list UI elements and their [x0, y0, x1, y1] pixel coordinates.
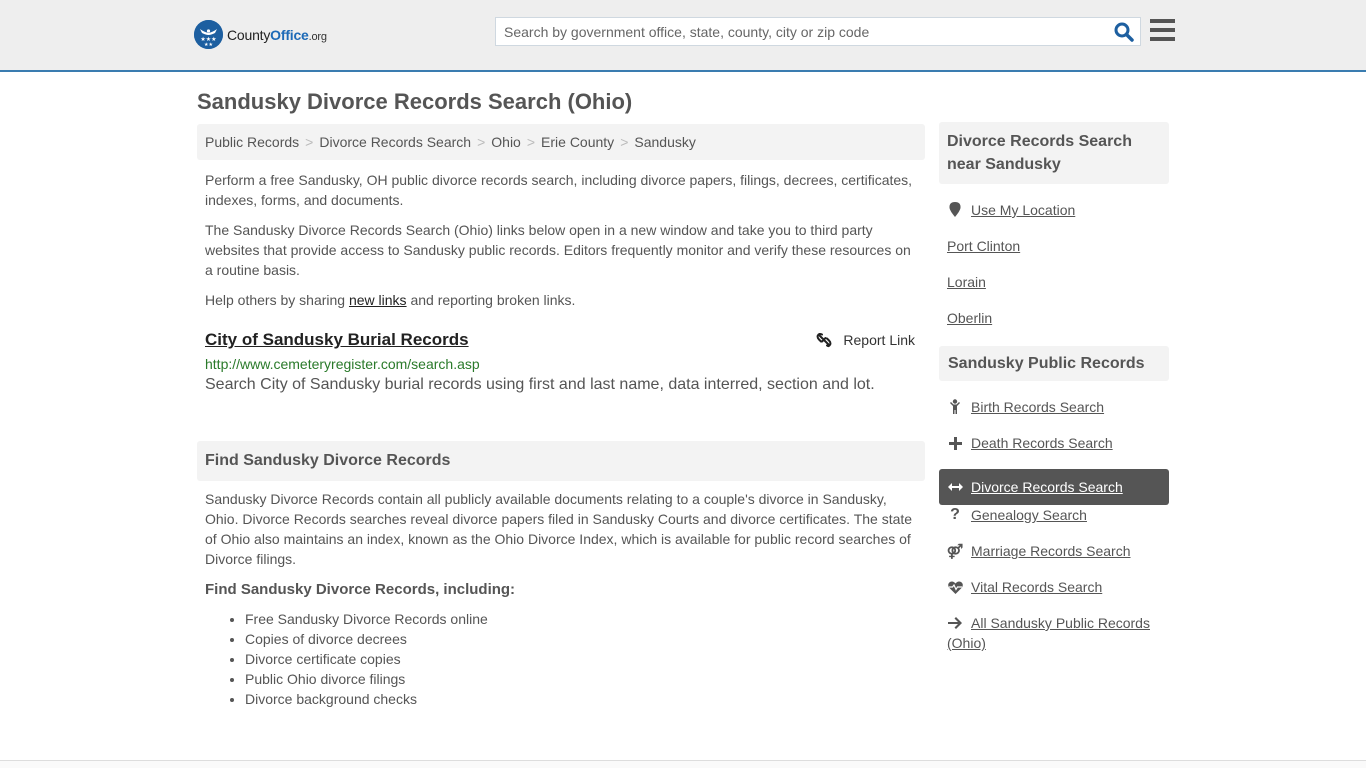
- question-icon: ?: [950, 506, 960, 523]
- find-including-heading: Find Sandusky Divorce Records, including…: [205, 581, 516, 598]
- intro-paragraph: Perform a free Sandusky, OH public divor…: [205, 172, 913, 208]
- find-list: Free Sandusky Divorce Records online Cop…: [245, 609, 488, 709]
- sidebar-item-death-records[interactable]: Death Records Search: [939, 433, 1169, 469]
- breadcrumb-separator: >: [526, 134, 536, 150]
- result-title-link[interactable]: City of Sandusky Burial Records: [205, 330, 469, 350]
- sidebar-item-use-location[interactable]: Use My Location: [939, 200, 1169, 236]
- list-item: Public Ohio divorce filings: [245, 669, 488, 689]
- arrows-horizontal-icon: [947, 477, 963, 497]
- nearby-heading: Divorce Records Search near Sandusky: [939, 122, 1169, 184]
- list-item: Divorce background checks: [245, 689, 488, 709]
- sidebar-item-divorce-records[interactable]: Divorce Records Search: [939, 469, 1169, 505]
- sidebar-item-genealogy[interactable]: ? Genealogy Search: [939, 505, 1169, 541]
- public-records-heading: Sandusky Public Records: [939, 346, 1169, 381]
- list-item: Copies of divorce decrees: [245, 629, 488, 649]
- sidebar-item-port-clinton[interactable]: Port Clinton: [939, 236, 1169, 272]
- page-title: Sandusky Divorce Records Search (Ohio): [197, 89, 633, 114]
- intro-paragraph: The Sandusky Divorce Records Search (Ohi…: [205, 222, 911, 278]
- result-url: http://www.cemeteryregister.com/search.a…: [205, 356, 480, 372]
- breadcrumb-separator: >: [477, 134, 486, 150]
- breadcrumb-public-records[interactable]: Public Records: [205, 134, 299, 150]
- new-links-link[interactable]: new links: [349, 292, 407, 308]
- list-item: Divorce certificate copies: [245, 649, 488, 669]
- result-item: City of Sandusky Burial Records Report L…: [197, 330, 925, 394]
- map-marker-icon: [947, 200, 963, 220]
- breadcrumb-divorce-records-search[interactable]: Divorce Records Search: [319, 134, 471, 150]
- site-logo[interactable]: ★★★ ★★ CountyOffice.org: [194, 20, 327, 49]
- search-input[interactable]: [496, 18, 1096, 45]
- logo-text: CountyOffice.org: [227, 26, 327, 43]
- breadcrumb-separator: >: [620, 134, 629, 150]
- hamburger-menu-icon[interactable]: [1150, 19, 1175, 41]
- intro-section: Perform a free Sandusky, OH public divor…: [197, 170, 925, 320]
- sidebar-item-oberlin[interactable]: Oberlin: [939, 308, 1169, 344]
- search-icon[interactable]: [1114, 22, 1134, 42]
- breadcrumb-erie-county[interactable]: Erie County: [541, 134, 614, 150]
- sidebar-item-all-public-records[interactable]: All Sandusky Public Records (Ohio): [939, 613, 1169, 653]
- venus-mars-icon: ⚤: [946, 543, 964, 559]
- heartbeat-icon: [947, 577, 963, 597]
- plus-icon: [947, 433, 963, 453]
- report-link-button[interactable]: Report Link: [816, 332, 915, 348]
- broken-link-icon: [816, 332, 832, 348]
- breadcrumb-ohio[interactable]: Ohio: [491, 134, 521, 150]
- breadcrumb-sandusky[interactable]: Sandusky: [634, 134, 695, 150]
- sidebar-item-marriage-records[interactable]: ⚤ Marriage Records Search: [939, 541, 1169, 577]
- child-icon: [947, 397, 963, 417]
- list-item: Free Sandusky Divorce Records online: [245, 609, 488, 629]
- find-section-body: Sandusky Divorce Records contain all pub…: [205, 491, 913, 567]
- svg-text:★★: ★★: [204, 42, 213, 48]
- arrow-right-icon: [947, 613, 963, 633]
- search-box: [495, 17, 1141, 46]
- breadcrumb: Public Records > Divorce Records Search > Oh…: [197, 124, 925, 160]
- sidebar: Divorce Records Search near Sandusky Use…: [939, 122, 1169, 653]
- footer-divider: [0, 760, 1366, 768]
- share-links-paragraph: Help others by sharing new links and rep…: [205, 292, 576, 308]
- result-description: Search City of Sandusky burial records u…: [205, 376, 875, 393]
- find-section-heading: Find Sandusky Divorce Records: [197, 441, 925, 481]
- breadcrumb-separator: >: [305, 134, 314, 150]
- sidebar-item-birth-records[interactable]: Birth Records Search: [939, 397, 1169, 433]
- sidebar-item-vital-records[interactable]: Vital Records Search: [939, 577, 1169, 613]
- sidebar-item-lorain[interactable]: Lorain: [939, 272, 1169, 308]
- site-header: ★★★ ★★ CountyOffice.org: [0, 0, 1366, 72]
- eagle-logo-icon: ★★★ ★★: [194, 20, 223, 49]
